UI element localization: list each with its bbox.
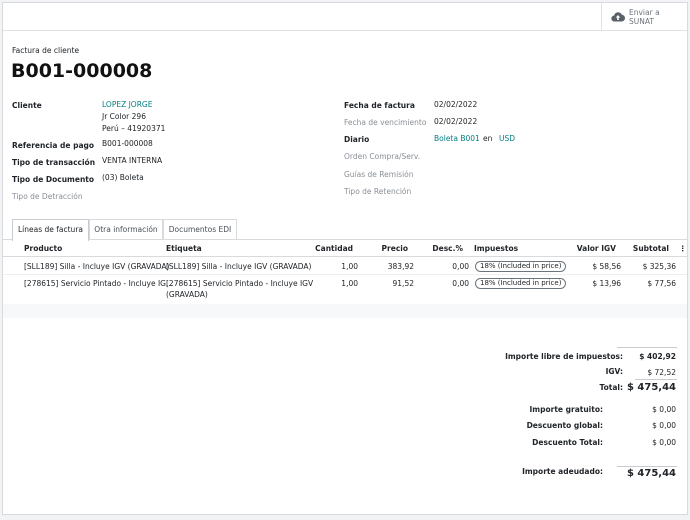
totals-divider-bottom [617, 466, 677, 467]
document-type: Factura de cliente [12, 46, 80, 55]
customer-address-line2: Perú – 41920371 [102, 124, 166, 133]
row-label: [278615] Servicio Pintado - Incluye IGV [166, 279, 314, 288]
add-line-area[interactable] [3, 304, 687, 318]
payment-reference-field[interactable]: B001-000008 [102, 138, 153, 150]
tab-other-info[interactable]: Otra información [89, 219, 163, 240]
purchase-order-label: Orden Compra/Serv. [344, 152, 421, 161]
igv-label: IGV: [605, 367, 623, 376]
row-label-line2: (GRAVADA) [166, 290, 208, 299]
column-options-icon[interactable]: ⋮ [679, 244, 687, 253]
retention-type-label: Tipo de Retención [344, 187, 412, 196]
tab-invoice-lines[interactable]: Líneas de factura [12, 219, 89, 241]
document-type-field[interactable]: (03) Boleta [102, 172, 144, 184]
send-sunat-button[interactable]: Enviar a SUNAT [601, 3, 687, 31]
due-date-label: Fecha de vencimiento [344, 118, 427, 127]
col-discount[interactable]: Desc.% [423, 244, 463, 253]
table-row[interactable]: [278615] Servicio Pintado - Incluye IG..… [3, 275, 687, 304]
row-quantity: 1,00 [341, 262, 358, 271]
row-quantity: 1,00 [341, 279, 358, 288]
document-type-label: Tipo de Documento [12, 175, 95, 184]
row-igv-value: $ 13,96 [592, 279, 621, 288]
row-subtotal: $ 77,56 [647, 279, 676, 288]
amount-due-value: $ 475,44 [626, 468, 676, 479]
table-row[interactable]: [SLL189] Silla - Incluye IGV (GRAVADA) [… [3, 257, 687, 275]
untaxed-amount-label: Importe libre de impuestos: [505, 352, 623, 361]
currency-link[interactable]: USD [499, 133, 515, 145]
row-discount: 0,00 [452, 262, 469, 271]
col-taxes[interactable]: Impuestos [474, 244, 518, 253]
free-amount-value: $ 0,00 [652, 405, 676, 414]
send-sunat-label-1: Enviar a [629, 8, 660, 17]
invoice-sheet: Enviar a SUNAT Factura de cliente B001-0… [2, 2, 688, 515]
col-subtotal[interactable]: Subtotal [623, 244, 669, 253]
global-discount-label: Descuento global: [526, 421, 603, 430]
row-discount: 0,00 [452, 279, 469, 288]
row-subtotal: $ 325,36 [642, 262, 676, 271]
untaxed-amount-value: $ 402,92 [639, 352, 676, 361]
journal-in-text: en [483, 134, 493, 143]
col-price[interactable]: Precio [363, 244, 408, 253]
igv-value: $ 72,52 [647, 368, 676, 377]
row-product: [SLL189] Silla - Incluye IGV (GRAVADA) [24, 262, 170, 271]
free-amount-label: Importe gratuito: [529, 405, 603, 414]
payment-reference-label: Referencia de pago [12, 141, 95, 150]
detraction-type-label: Tipo de Detracción [12, 192, 83, 201]
row-price: 383,92 [387, 262, 414, 271]
tab-edi-documents[interactable]: Documentos EDI [163, 219, 237, 240]
status-bar: Enviar a SUNAT [3, 3, 687, 31]
send-sunat-label-2: SUNAT [629, 17, 654, 26]
totals-divider-mid [635, 379, 677, 380]
totals-divider-top [617, 347, 677, 348]
invoice-date-label: Fecha de factura [344, 101, 415, 110]
document-number: B001-000008 [11, 60, 153, 82]
total-label: Total: [599, 383, 624, 392]
due-date-field[interactable]: 02/02/2022 [434, 116, 477, 128]
journal-label: Diario [344, 135, 370, 144]
customer-label: Cliente [12, 101, 42, 110]
tax-badge: 18% (Included in price) [475, 278, 567, 289]
row-product: [278615] Servicio Pintado - Incluye IG..… [24, 279, 174, 288]
col-quantity[interactable]: Cantidad [303, 244, 353, 253]
row-igv-value: $ 58,56 [592, 262, 621, 271]
journal-link[interactable]: Boleta B001 [434, 133, 480, 145]
global-discount-value: $ 0,00 [652, 421, 676, 430]
customer-address-line1: Jr Color 296 [102, 112, 146, 121]
transaction-type-label: Tipo de transacción [12, 158, 96, 167]
tax-badge: 18% (Included in price) [475, 261, 567, 272]
total-discount-value: $ 0,00 [652, 438, 676, 447]
cloud-upload-icon [611, 12, 625, 22]
row-price: 91,52 [392, 279, 414, 288]
col-igv-value[interactable]: Valor IGV [563, 244, 616, 253]
invoice-lines-header: Producto Etiqueta Cantidad Precio Desc.%… [3, 240, 687, 257]
transaction-type-field[interactable]: VENTA INTERNA [102, 155, 162, 167]
col-label[interactable]: Etiqueta [166, 244, 202, 253]
amount-due-label: Importe adeudado: [522, 467, 603, 476]
col-product[interactable]: Producto [24, 244, 62, 253]
invoice-date-field[interactable]: 02/02/2022 [434, 99, 477, 111]
customer-link[interactable]: LOPEZ JORGE [102, 99, 152, 111]
total-discount-label: Descuento Total: [532, 438, 603, 447]
total-value: $ 475,44 [626, 382, 676, 393]
row-label: [SLL189] Silla - Incluye IGV (GRAVADA) [166, 262, 312, 271]
remission-guides-label: Guías de Remisión [344, 170, 414, 179]
